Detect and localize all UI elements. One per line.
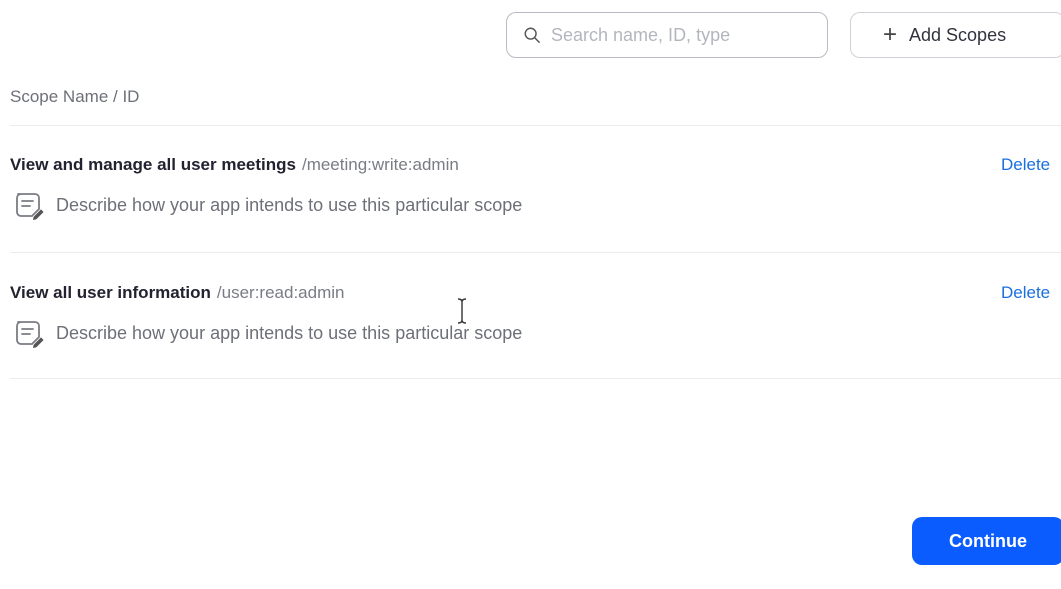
search-input[interactable] <box>551 24 801 46</box>
scope-title: View all user information/user:read:admi… <box>10 283 344 303</box>
scope-description-field[interactable]: Describe how your app intends to use thi… <box>10 187 522 223</box>
scope-id: /user:read:admin <box>216 283 345 302</box>
text-cursor-icon <box>457 298 467 324</box>
scope-name: View all user information <box>10 283 211 302</box>
scope-description-placeholder: Describe how your app intends to use thi… <box>56 194 523 215</box>
add-scopes-label: Add Scopes <box>909 24 1007 45</box>
divider <box>10 252 1061 253</box>
scopes-page: + Add Scopes Scope Name / ID View and ma… <box>0 0 1061 589</box>
add-scopes-button[interactable]: + Add Scopes <box>850 12 1061 58</box>
column-header-scope-name: Scope Name / ID <box>10 87 140 106</box>
continue-button[interactable]: Continue <box>912 517 1061 565</box>
delete-scope-link[interactable]: Delete <box>1001 283 1050 303</box>
scope-title: View and manage all user meetings/meetin… <box>10 155 459 175</box>
delete-scope-link[interactable]: Delete <box>1001 155 1050 175</box>
edit-note-icon <box>16 193 44 221</box>
scope-id: /meeting:write:admin <box>301 155 459 174</box>
plus-icon: + <box>883 21 898 48</box>
search-box[interactable] <box>506 12 828 58</box>
divider <box>10 378 1061 379</box>
scope-name: View and manage all user meetings <box>10 155 296 174</box>
search-icon <box>524 27 540 43</box>
divider <box>10 125 1061 126</box>
scope-description-field[interactable]: Describe how your app intends to use thi… <box>10 315 522 351</box>
edit-note-icon <box>16 321 44 349</box>
scope-description-placeholder: Describe how your app intends to use thi… <box>56 322 523 343</box>
